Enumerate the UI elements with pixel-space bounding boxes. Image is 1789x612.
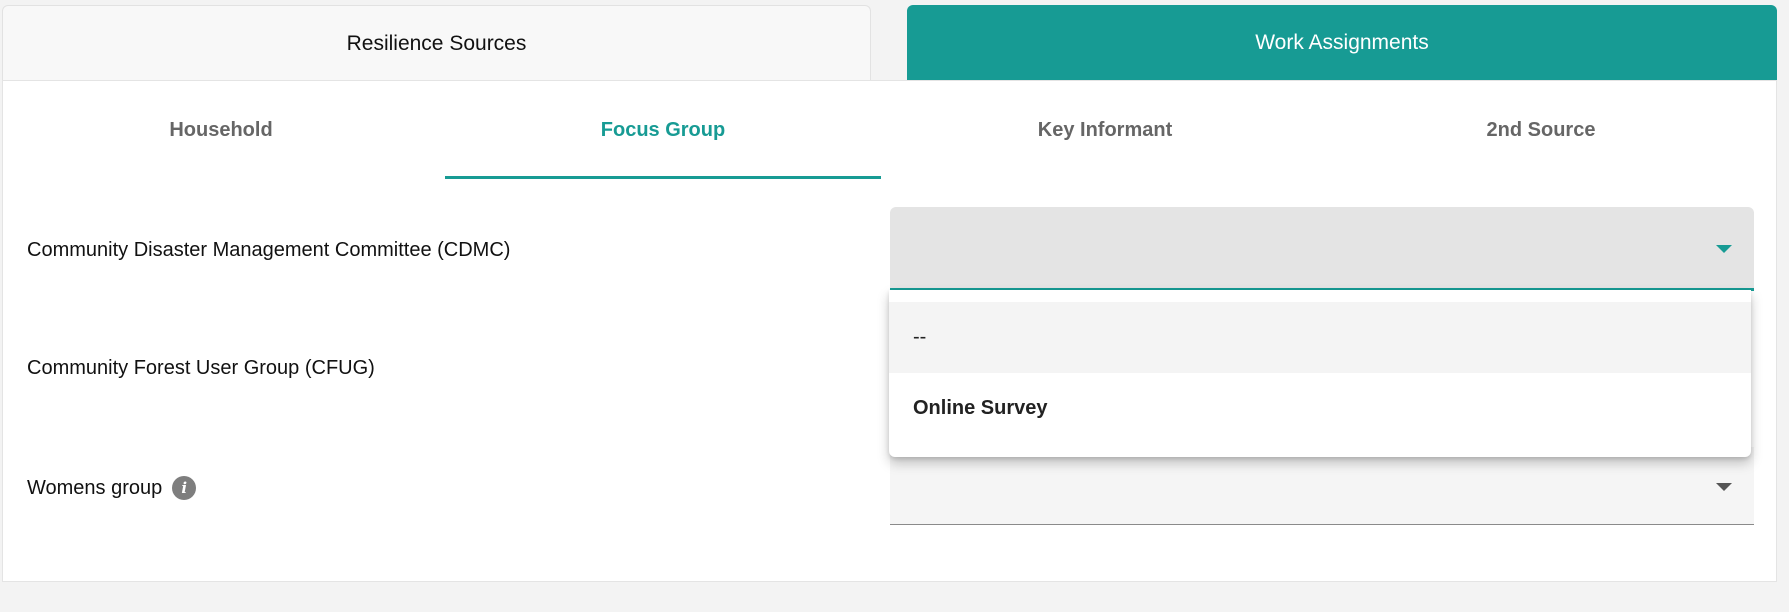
subtab-label: Household xyxy=(169,118,273,141)
row-label-text: Community Disaster Management Committee … xyxy=(27,238,511,261)
page-background xyxy=(0,582,1789,612)
active-tab-indicator xyxy=(445,176,881,179)
subtab-2nd-source[interactable]: 2nd Source xyxy=(1323,81,1759,179)
tab-label: Work Assignments xyxy=(1255,31,1429,54)
subtab-key-informant[interactable]: Key Informant xyxy=(887,81,1323,179)
tab-resilience-sources[interactable]: Resilience Sources xyxy=(2,5,871,81)
row-label-womens-group: Womens group i xyxy=(27,473,197,503)
dropdown-menu: -- Online Survey xyxy=(889,290,1751,457)
row-label-text: Womens group xyxy=(27,476,163,499)
subtab-label: Focus Group xyxy=(600,118,726,141)
tab-work-assignments[interactable]: Work Assignments xyxy=(907,5,1777,81)
subtab-household[interactable]: Household xyxy=(3,81,439,179)
dropdown-option-online-survey[interactable]: Online Survey xyxy=(889,373,1751,444)
subtab-label: Key Informant xyxy=(1037,118,1173,141)
option-label: Online Survey xyxy=(913,397,1048,419)
subtab-label: 2nd Source xyxy=(1486,118,1596,141)
subtab-focus-group[interactable]: Focus Group xyxy=(445,81,881,179)
caret-down-icon xyxy=(1716,245,1732,253)
source-type-tabs: Household Focus Group Key Informant 2nd … xyxy=(3,81,1763,179)
womens-group-select[interactable] xyxy=(890,447,1754,525)
cdmc-select[interactable] xyxy=(890,207,1754,291)
app-frame: Resilience Sources Work Assignments Hous… xyxy=(0,0,1789,612)
tab-label: Resilience Sources xyxy=(346,31,527,55)
info-icon[interactable]: i xyxy=(172,476,197,500)
dropdown-option-empty[interactable]: -- xyxy=(889,302,1751,373)
caret-down-icon xyxy=(1716,483,1732,491)
option-label: -- xyxy=(913,326,927,348)
row-label-text: Community Forest User Group (CFUG) xyxy=(27,356,375,379)
row-label-cdmc: Community Disaster Management Committee … xyxy=(27,235,510,265)
row-label-cfug: Community Forest User Group (CFUG) xyxy=(27,353,375,383)
